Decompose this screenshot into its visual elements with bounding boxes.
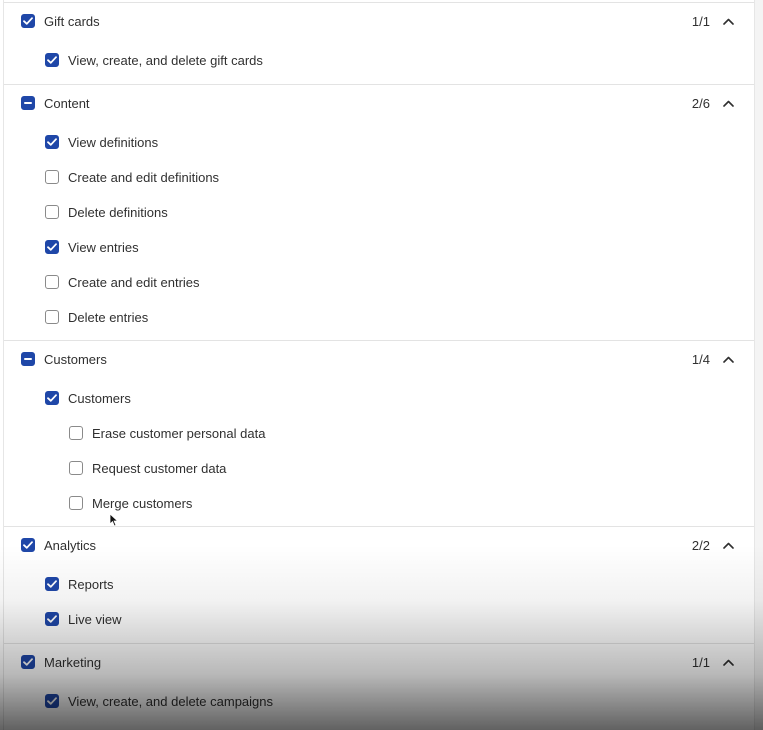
permission-label: Erase customer personal data — [92, 425, 266, 441]
marketing-section-checkbox[interactable] — [21, 655, 35, 669]
permission-label: Customers — [68, 390, 131, 406]
section-title: Content — [44, 95, 90, 111]
permission-section-gift-cards: Gift cards 1/1 View, create, and delete gi… — [4, 2, 754, 84]
permission-item[interactable]: View, create, and delete gift cards — [45, 50, 263, 70]
section-title: Analytics — [44, 537, 97, 553]
chevron-up-icon[interactable] — [720, 93, 736, 113]
permission-checkbox[interactable] — [45, 240, 59, 254]
permission-checkbox[interactable] — [45, 205, 59, 219]
permission-item[interactable]: Create and edit definitions — [45, 167, 219, 187]
permission-item[interactable]: Erase customer personal data — [69, 423, 265, 443]
section-header-content[interactable]: Content — [21, 93, 90, 113]
permission-section-marketing: Marketing 1/1 View, create, and delete cam… — [4, 643, 754, 730]
section-count-badge: 1/1 — [691, 13, 710, 29]
customers-section-checkbox[interactable] — [21, 352, 35, 366]
chevron-up-icon[interactable] — [720, 652, 736, 672]
permission-checkbox[interactable] — [45, 612, 59, 626]
permission-checkbox[interactable] — [69, 426, 83, 440]
permission-item[interactable]: Request customer data — [69, 458, 226, 478]
section-count-badge: 1/1 — [691, 654, 710, 670]
permission-label: Delete definitions — [68, 204, 168, 220]
permission-label: Reports — [68, 576, 114, 592]
permission-item[interactable]: Customers — [45, 388, 131, 408]
section-header-customers[interactable]: Customers — [21, 349, 107, 369]
permission-item[interactable]: Delete entries — [45, 307, 148, 327]
permissions-panel: Gift cards 1/1 View, create, and delete gi… — [3, 0, 755, 730]
permission-checkbox[interactable] — [69, 496, 83, 510]
permission-item[interactable]: Merge customers — [69, 493, 192, 513]
permission-item[interactable]: Delete definitions — [45, 202, 168, 222]
permission-item[interactable]: View, create, and delete campaigns — [45, 691, 273, 711]
section-title: Gift cards — [44, 13, 100, 29]
permission-label: Live view — [68, 611, 122, 627]
mouse-cursor-icon — [109, 513, 119, 527]
permission-label: Create and edit definitions — [68, 169, 220, 185]
permission-checkbox[interactable] — [45, 577, 59, 591]
permission-item[interactable]: Create and edit entries — [45, 272, 200, 292]
permission-checkbox[interactable] — [45, 170, 59, 184]
permission-label: View, create, and delete gift cards — [68, 52, 263, 68]
section-header-marketing[interactable]: Marketing — [21, 652, 101, 672]
permission-section-analytics: Analytics 2/2 Reports Live view — [4, 526, 754, 643]
permission-section-customers: Customers 1/4 Customers Erase customer pers… — [4, 340, 754, 526]
permission-checkbox[interactable] — [69, 461, 83, 475]
permission-item[interactable]: Reports — [45, 574, 114, 594]
content-section-checkbox[interactable] — [21, 96, 35, 110]
permission-label: Merge customers — [92, 495, 193, 511]
section-count-badge: 2/2 — [691, 537, 710, 553]
permission-checkbox[interactable] — [45, 135, 59, 149]
permission-checkbox[interactable] — [45, 53, 59, 67]
permission-label: View definitions — [68, 134, 159, 150]
analytics-section-checkbox[interactable] — [21, 538, 35, 552]
gift-cards-section-checkbox[interactable] — [21, 14, 35, 28]
permission-item[interactable]: View definitions — [45, 132, 158, 152]
section-header-analytics[interactable]: Analytics — [21, 535, 96, 555]
section-count-badge: 2/6 — [691, 95, 710, 111]
section-header-gift-cards[interactable]: Gift cards — [21, 11, 100, 31]
permission-checkbox[interactable] — [45, 694, 59, 708]
permission-item[interactable]: Live view — [45, 609, 121, 629]
permission-checkbox[interactable] — [45, 391, 59, 405]
permission-section-content: Content 2/6 View definitions Create and edi… — [4, 84, 754, 340]
permission-label: Delete entries — [68, 309, 149, 325]
permission-item[interactable]: View entries — [45, 237, 139, 257]
permission-checkbox[interactable] — [45, 310, 59, 324]
permission-label: View entries — [68, 239, 139, 255]
section-title: Marketing — [44, 654, 102, 670]
chevron-up-icon[interactable] — [720, 535, 736, 555]
permission-label: View, create, and delete campaigns — [68, 693, 274, 709]
permission-checkbox[interactable] — [45, 275, 59, 289]
permission-label: Create and edit entries — [68, 274, 200, 290]
chevron-up-icon[interactable] — [720, 349, 736, 369]
section-title: Customers — [44, 351, 107, 367]
permission-label: Request customer data — [92, 460, 227, 476]
chevron-up-icon[interactable] — [720, 11, 736, 31]
page-gutter — [755, 0, 763, 730]
section-count-badge: 1/4 — [691, 351, 710, 367]
